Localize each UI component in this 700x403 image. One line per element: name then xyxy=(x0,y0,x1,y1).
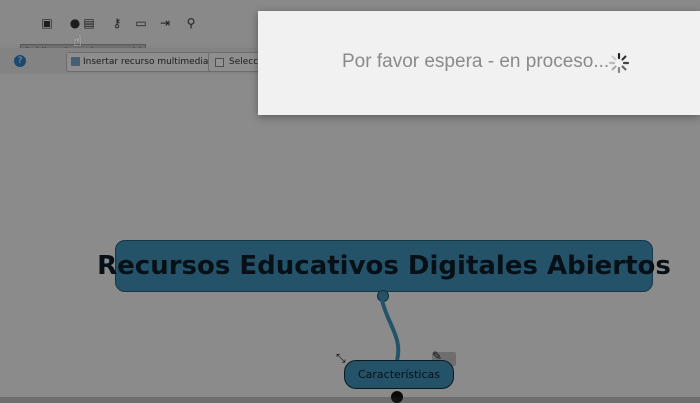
processing-message: Por favor espera - en proceso... xyxy=(342,51,610,72)
spinner-icon xyxy=(608,52,630,74)
hand-cursor-icon: ☝ xyxy=(73,32,83,50)
processing-dialog: Por favor espera - en proceso... xyxy=(258,11,700,115)
